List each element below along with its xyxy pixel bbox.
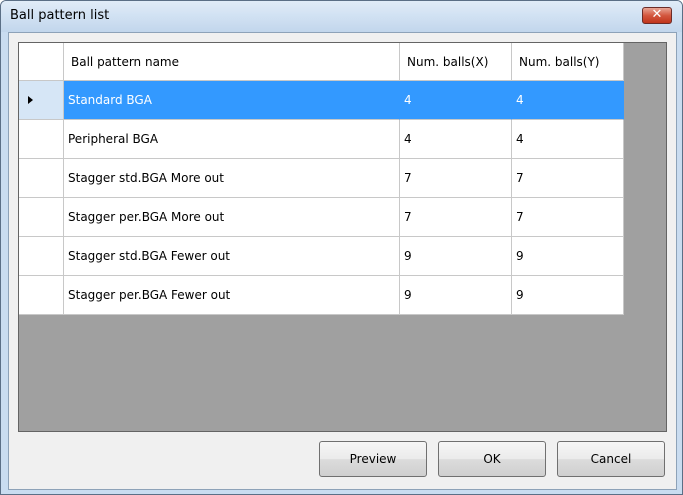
cell-pattern-name[interactable]: Peripheral BGA [64,120,400,159]
cell-num-balls-x[interactable]: 7 [400,198,512,237]
column-header-num-balls-x[interactable]: Num. balls(X) [400,43,512,81]
cell-pattern-name[interactable]: Stagger std.BGA Fewer out [64,237,400,276]
current-row-arrow-icon [28,96,33,104]
cell-num-balls-x[interactable]: 4 [400,120,512,159]
window-title: Ball pattern list [10,8,110,23]
title-bar[interactable]: Ball pattern list ✕ [1,1,682,32]
row-header-cell[interactable] [19,237,64,276]
cell-num-balls-y[interactable]: 7 [512,159,624,198]
row-header-cell[interactable] [19,198,64,237]
preview-button[interactable]: Preview [319,441,427,477]
row-header-cell[interactable] [19,159,64,198]
cell-num-balls-y[interactable]: 9 [512,276,624,315]
cell-pattern-name[interactable]: Stagger std.BGA More out [64,159,400,198]
close-button[interactable]: ✕ [642,7,672,24]
cell-num-balls-x[interactable]: 9 [400,276,512,315]
close-icon: ✕ [651,7,663,22]
cancel-button[interactable]: Cancel [557,441,665,477]
ok-button[interactable]: OK [438,441,546,477]
corner-header-cell [19,43,64,81]
cell-num-balls-x[interactable]: 4 [400,81,512,120]
cell-num-balls-y[interactable]: 4 [512,81,624,120]
cell-num-balls-y[interactable]: 4 [512,120,624,159]
column-header-name[interactable]: Ball pattern name [64,43,400,81]
cell-num-balls-y[interactable]: 9 [512,237,624,276]
cell-num-balls-y[interactable]: 7 [512,198,624,237]
cell-pattern-name[interactable]: Standard BGA [64,81,400,120]
row-header-cell[interactable] [19,120,64,159]
row-header-cell[interactable] [19,276,64,315]
cell-num-balls-x[interactable]: 9 [400,237,512,276]
cell-pattern-name[interactable]: Stagger per.BGA Fewer out [64,276,400,315]
cell-pattern-name[interactable]: Stagger per.BGA More out [64,198,400,237]
row-header-cell[interactable] [19,81,64,120]
dialog-client-area: Ball pattern name Num. balls(X) Num. bal… [8,32,677,490]
cell-num-balls-x[interactable]: 7 [400,159,512,198]
ball-pattern-grid[interactable]: Ball pattern name Num. balls(X) Num. bal… [18,42,667,432]
dialog-window: Ball pattern list ✕ Ball pattern name Nu… [0,0,683,495]
column-header-num-balls-y[interactable]: Num. balls(Y) [512,43,624,81]
